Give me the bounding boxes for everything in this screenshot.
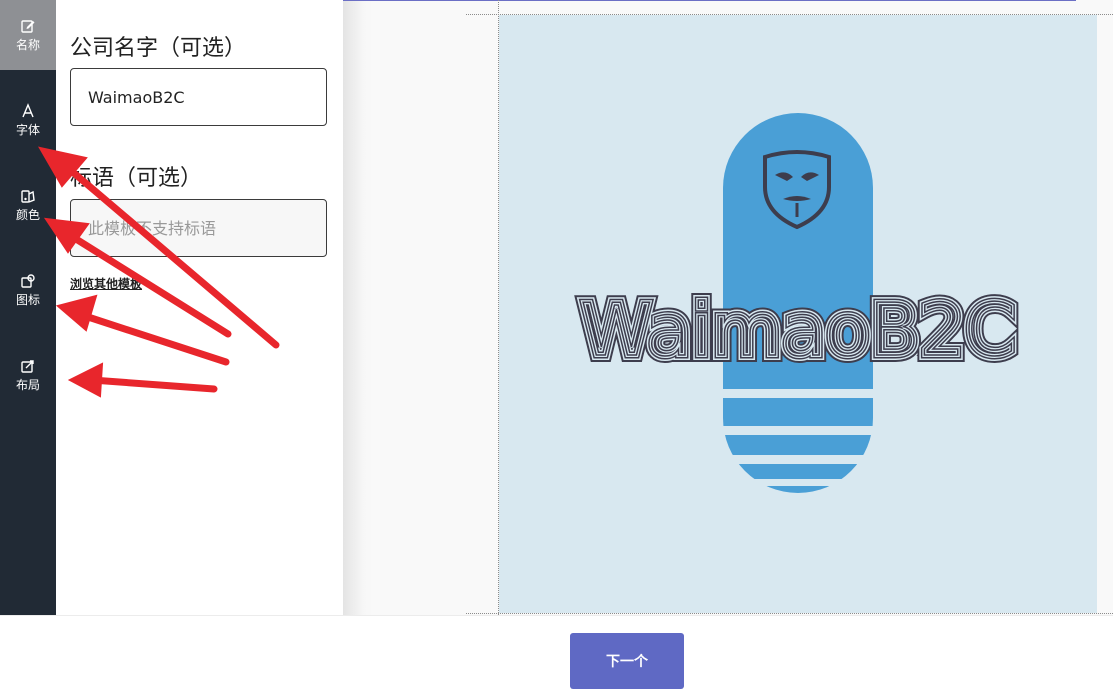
edit-icon — [21, 20, 35, 33]
next-button[interactable]: 下一个 — [570, 633, 684, 689]
sidebar-item-icon[interactable]: 图标 — [0, 255, 56, 325]
sidebar-item-name[interactable]: 名称 — [0, 0, 56, 70]
browse-templates-link[interactable]: 浏览其他模板 — [70, 275, 142, 292]
sidebar-item-font[interactable]: 字体 — [0, 85, 56, 155]
logo-preview: WaimaoB2C WaimaoB2C WaimaoB2C WaimaoB2C … — [574, 113, 1023, 493]
sidebar-item-label: 颜色 — [15, 208, 40, 222]
sidebar-item-label: 布局 — [15, 378, 40, 392]
logo-canvas[interactable]: WaimaoB2C WaimaoB2C WaimaoB2C WaimaoB2C … — [499, 15, 1097, 613]
sidebar-item-label: 字体 — [15, 123, 40, 137]
layout-icon — [21, 360, 34, 373]
top-accent-line — [343, 0, 1076, 1]
logo-text: WaimaoB2C WaimaoB2C WaimaoB2C WaimaoB2C … — [574, 281, 1023, 379]
sidebar: 名称 字体 颜色 图标 布局 — [0, 0, 56, 615]
company-name-label: 公司名字（可选） — [70, 36, 247, 61]
company-name-input[interactable] — [70, 68, 327, 126]
svg-text:WaimaoB2C: WaimaoB2C — [581, 288, 1016, 372]
logo-editor: 名称 字体 颜色 图标 布局 公司名字（可选） WaimaoB2C 标语（可选）… — [0, 0, 1113, 698]
palette-icon — [21, 190, 35, 203]
font-icon — [22, 103, 34, 118]
panel-shadow — [343, 0, 373, 615]
sidebar-item-color[interactable]: 颜色 — [0, 170, 56, 240]
slogan-input[interactable] — [70, 199, 327, 257]
sidebar-item-label: 名称 — [15, 38, 40, 52]
footer-bar: 下一个 — [0, 615, 1113, 698]
shapes-icon — [21, 274, 35, 288]
edit-panel: 公司名字（可选） 标语（可选） 浏览其他模板 — [56, 0, 343, 615]
sidebar-item-layout[interactable]: 布局 — [0, 340, 56, 410]
guide-line-bottom — [466, 613, 1113, 614]
sidebar-item-label: 图标 — [15, 293, 40, 307]
slogan-label: 标语（可选） — [70, 166, 203, 191]
